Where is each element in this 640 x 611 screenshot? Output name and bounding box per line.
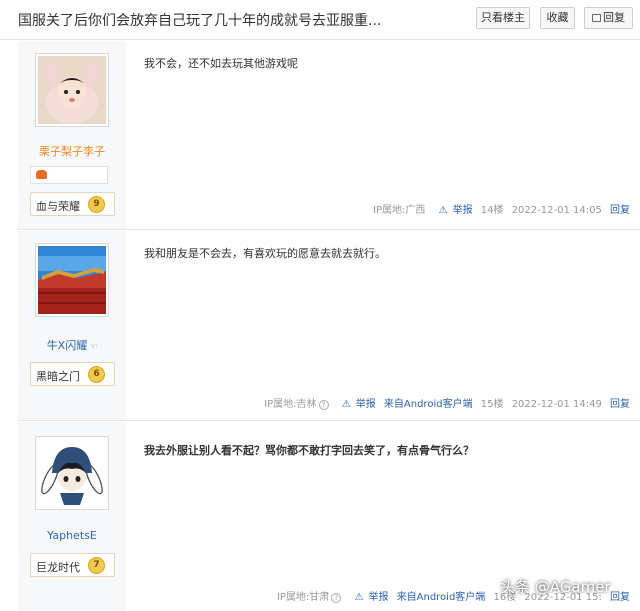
- reply-icon: [592, 14, 601, 22]
- level-number: 9: [88, 196, 105, 213]
- report-label: 举报: [368, 592, 389, 603]
- gamepad-icon: [36, 170, 47, 179]
- author-sidebar: YaphetsE 巨龙时代 7: [18, 422, 126, 611]
- level-number: 7: [88, 557, 105, 574]
- warning-icon: ⚠: [354, 592, 364, 603]
- reply-link[interactable]: 回复: [610, 399, 630, 410]
- ip-location: IP属地:吉林: [264, 399, 317, 410]
- report-link[interactable]: ⚠ 举报: [349, 592, 388, 603]
- avatar-image-palace: [38, 246, 106, 314]
- reply-button-label: 回复: [603, 11, 625, 24]
- thread-header: 国服关了后你们会放弃自己玩了几十年的成就号去亚服重... 只看楼主 收藏 回复: [0, 0, 640, 40]
- ip-location: IP属地:广西: [373, 205, 426, 216]
- badge-name: 黑暗之门: [36, 370, 80, 383]
- warning-icon: ⚠: [341, 399, 351, 410]
- report-link[interactable]: ⚠ 举报: [337, 399, 376, 410]
- level-badge[interactable]: 巨龙时代 7: [30, 553, 115, 577]
- medal-box: [30, 166, 108, 184]
- report-label: 举报: [355, 399, 376, 410]
- avatar-image-girl: [38, 56, 106, 124]
- author-sidebar: 栗子梨子李子 血与荣耀 9: [18, 41, 126, 229]
- level-badge[interactable]: 血与荣耀 9: [30, 192, 115, 216]
- floor-number: 14楼: [480, 205, 504, 216]
- level-number: 6: [88, 366, 105, 383]
- watermark: 头条 @AGamer: [500, 578, 611, 596]
- post-meta: IP属地:广西 ⚠ 举报 14楼 2022-12-01 14:05 回复: [368, 201, 630, 216]
- avatar[interactable]: [35, 243, 109, 317]
- favorite-button[interactable]: 收藏: [540, 7, 575, 29]
- help-icon[interactable]: ?: [318, 400, 329, 410]
- only-op-button[interactable]: 只看楼主: [476, 7, 530, 29]
- post-content: 我和朋友是不会去，有喜欢玩的愿意去就去就行。: [144, 247, 386, 260]
- post-meta: IP属地:吉林? ⚠ 举报 来自Android客户端 15楼 2022-12-01…: [259, 395, 630, 410]
- avatar-image-anime: [38, 439, 106, 507]
- warning-icon: ⚠: [438, 205, 448, 216]
- badge-name: 巨龙时代: [36, 561, 80, 574]
- reply-link[interactable]: 回复: [610, 205, 630, 216]
- post-time: 2022-12-01 14:05: [511, 205, 602, 216]
- reply-link[interactable]: 回复: [610, 592, 630, 603]
- report-link[interactable]: ⚠ 举报: [434, 205, 473, 216]
- username[interactable]: 栗子梨子李子: [18, 143, 126, 159]
- author-sidebar: 牛X闪耀 ☜ 黑暗之门 6: [18, 231, 126, 420]
- level-badge[interactable]: 黑暗之门 6: [30, 362, 115, 386]
- floor-number: 15楼: [480, 399, 504, 410]
- post-content: 我不会，还不如去玩其他游戏呢: [144, 57, 298, 70]
- client-source[interactable]: 来自Android客户端: [384, 399, 473, 410]
- post-floor-14: 栗子梨子李子 血与荣耀 9 我不会，还不如去玩其他游戏呢 IP属地:广西 ⚠ 举报…: [18, 41, 640, 230]
- username[interactable]: YaphetsE: [18, 529, 126, 542]
- badge-name: 血与荣耀: [36, 200, 80, 213]
- avatar[interactable]: [35, 53, 109, 127]
- help-icon[interactable]: ?: [331, 593, 342, 603]
- pointer-hand-icon: ☜: [89, 342, 98, 352]
- ip-location: IP属地:甘肃: [276, 592, 330, 603]
- post-content: 我去外服让别人看不起？骂你都不敢打字回去笑了，有点骨气行么？: [144, 444, 474, 457]
- post-time: 2022-12-01 14:49: [511, 399, 602, 410]
- report-label: 举报: [452, 205, 473, 216]
- username[interactable]: 牛X闪耀 ☜: [18, 337, 126, 353]
- client-source[interactable]: 来自Android客户端: [397, 592, 486, 603]
- post-floor-15: 牛X闪耀 ☜ 黑暗之门 6 我和朋友是不会去，有喜欢玩的愿意去就去就行。 IP属地…: [18, 231, 640, 421]
- reply-button[interactable]: 回复: [584, 7, 633, 29]
- avatar[interactable]: [35, 436, 109, 510]
- username-text: 牛X闪耀: [46, 339, 88, 352]
- thread-title: 国服关了后你们会放弃自己玩了几十年的成就号去亚服重...: [18, 13, 382, 29]
